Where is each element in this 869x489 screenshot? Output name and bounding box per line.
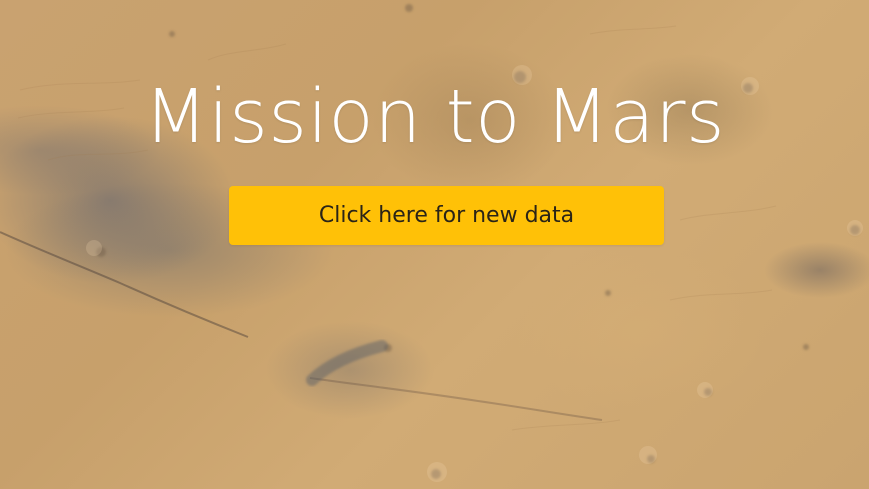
page-title: Mission to Mars <box>143 74 726 160</box>
hero-banner: Mission to Mars Click here for new data <box>0 0 869 489</box>
new-data-button[interactable]: Click here for new data <box>229 186 664 245</box>
